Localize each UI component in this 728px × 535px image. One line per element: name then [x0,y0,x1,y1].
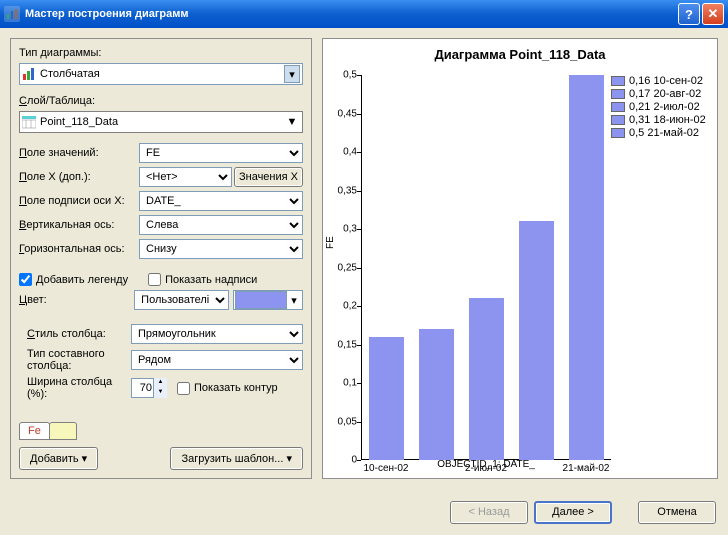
y-tick-label: 0,5 [343,70,357,81]
spin-down-icon[interactable]: ▼ [153,388,167,398]
chart-body [361,75,611,460]
x-axis-label-field-select[interactable]: DATE_ [139,191,303,211]
bar-style-select[interactable]: Прямоугольник [131,324,303,344]
chart-preview: Диаграмма Point_118_Data FE 00,050,10,15… [322,38,718,479]
y-axis: 00,050,10,150,20,250,30,350,40,450,5 [323,75,361,460]
layer-table-value: Point_118_Data [40,116,118,128]
y-tick-label: 0,3 [343,224,357,235]
chart-type-label: Тип диаграммы: [19,47,139,59]
chevron-down-icon: ▼ [284,116,300,128]
legend-item: 0,17 20-авг-02 [611,88,711,100]
chevron-down-icon: ▾ [284,65,300,83]
color-label: Цвет: [19,294,134,306]
horizontal-axis-label: Горизонтальная ось: [19,243,139,255]
add-button[interactable]: Добавить ▾ [19,447,98,470]
y-tick-label: 0,45 [338,108,357,119]
y-tick-label: 0,25 [338,262,357,273]
chevron-down-icon: ▾ [283,453,292,465]
bar [369,337,404,460]
y-tick-label: 0,15 [338,339,357,350]
horizontal-axis-select[interactable]: Снизу [139,239,303,259]
x-values-button[interactable]: Значения X [234,167,303,187]
chart-type-select[interactable]: Столбчатая ▾ [19,63,303,85]
multibar-type-select[interactable]: Рядом [131,350,303,370]
bar [519,221,554,460]
vertical-axis-select[interactable]: Слева [139,215,303,235]
multibar-type-label: Тип составного столбца: [19,348,131,372]
table-icon [22,115,36,129]
show-outline-checkbox[interactable]: Показать контур [177,382,278,395]
color-swatch [235,291,287,309]
bar-width-label: Ширина столбца (%): [19,376,131,400]
value-field-label: Поле значений: [19,147,139,159]
help-button[interactable]: ? [678,3,700,25]
value-field-select[interactable]: FE [139,143,303,163]
chevron-down-icon: ▾ [79,453,88,465]
bar-style-label: Стиль столбца: [19,328,131,340]
x-axis-label-field-label: Поле подписи оси X: [19,195,139,207]
y-tick-label: 0,4 [343,147,357,158]
bar [419,329,454,460]
chevron-down-icon: ▾ [287,294,301,307]
bar [569,75,604,460]
titlebar: Мастер построения диаграмм ? ✕ [0,0,728,28]
y-tick-label: 0,2 [343,301,357,312]
next-button[interactable]: Далее > [534,501,612,524]
layer-table-select[interactable]: Point_118_Data ▼ [19,111,303,133]
chart-type-value: Столбчатая [40,68,100,80]
bar-width-spinner[interactable]: ▲▼ [131,378,167,398]
show-labels-checkbox[interactable]: Показать надписи [148,273,257,286]
y-tick-label: 0,1 [343,378,357,389]
bar-chart-icon [22,67,36,81]
legend: 0,16 10-сен-020,17 20-авг-020,21 2-июл-0… [611,75,711,140]
x-axis-label: OBJECTID_1; DATE_ [361,459,611,470]
window-title: Мастер построения диаграмм [25,8,189,20]
legend-item: 0,16 10-сен-02 [611,75,711,87]
cancel-button[interactable]: Отмена [638,501,716,524]
settings-panel: Тип диаграммы: Столбчатая ▾ Слой/Таблица… [10,38,312,479]
chart-title: Диаграмма Point_118_Data [323,39,717,62]
legend-item: 0,5 21-май-02 [611,127,711,139]
legend-item: 0,21 2-июл-02 [611,101,711,113]
back-button[interactable]: < Назад [450,501,528,524]
legend-item: 0,31 18-июн-02 [611,114,711,126]
x-field-select[interactable]: <Нет> [139,167,232,187]
load-template-button[interactable]: Загрузить шаблон... ▾ [170,447,303,470]
x-field-label: Поле X (доп.): [19,171,139,183]
vertical-axis-label: Вертикальная ось: [19,219,139,231]
close-button[interactable]: ✕ [702,3,724,25]
spin-up-icon[interactable]: ▲ [153,378,167,388]
layer-table-label: Слой/Таблица: [19,95,139,107]
color-mode-select[interactable]: Пользователі [134,290,229,310]
add-legend-checkbox[interactable]: Добавить легенду [19,273,128,286]
color-picker[interactable]: ▾ [233,290,303,310]
series-tab[interactable]: Fe [19,422,50,440]
series-tab-blank[interactable] [49,422,77,440]
wizard-footer: < Назад Далее > Отмена [0,489,728,535]
app-icon [4,6,20,22]
bar [469,298,504,460]
y-tick-label: 0,35 [338,185,357,196]
y-tick-label: 0,05 [338,416,357,427]
